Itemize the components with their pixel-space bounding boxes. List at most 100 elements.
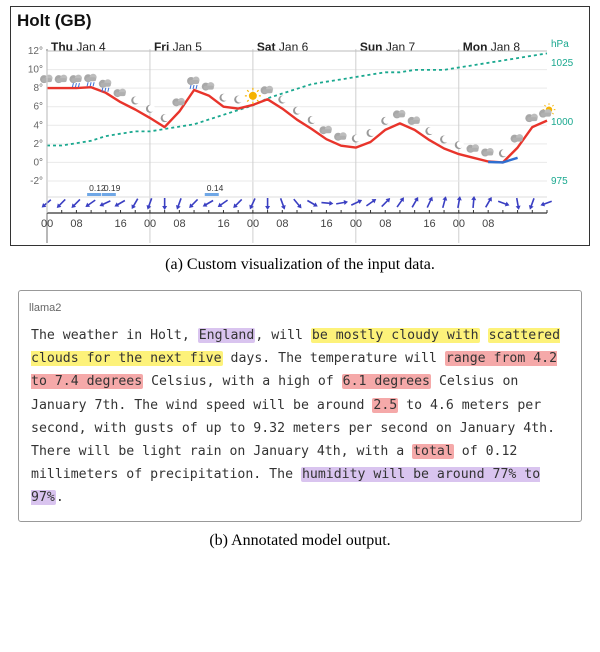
wind-arrow-icon bbox=[336, 199, 349, 206]
text-span: Celsius, with a high of bbox=[143, 374, 342, 389]
rain-icon bbox=[84, 74, 97, 87]
svg-text:8°: 8° bbox=[33, 83, 43, 94]
wind-arrow-icon bbox=[84, 198, 97, 209]
svg-text:0.14: 0.14 bbox=[207, 183, 224, 193]
cloud-icon bbox=[55, 75, 68, 84]
weather-chart-panel: Holt (GB) -2°0°2°4°6°8°10°12°Thu Jan 4Fr… bbox=[10, 6, 590, 246]
svg-text:08: 08 bbox=[379, 218, 391, 230]
highlight-r: 2.5 bbox=[372, 398, 398, 413]
text-span: . bbox=[56, 490, 64, 505]
svg-text:4°: 4° bbox=[33, 120, 43, 131]
model-output-text: The weather in Holt, England, will be mo… bbox=[31, 324, 569, 509]
svg-text:975: 975 bbox=[551, 176, 568, 187]
night-icon bbox=[293, 107, 302, 115]
rain-icon bbox=[69, 75, 82, 88]
wind-arrow-icon bbox=[350, 198, 363, 208]
wind-arrow-icon bbox=[365, 197, 378, 208]
svg-text:Sun Jan 7: Sun Jan 7 bbox=[360, 40, 416, 54]
cloud-icon bbox=[172, 98, 185, 107]
svg-text:1025: 1025 bbox=[551, 58, 574, 69]
wind-arrow-icon bbox=[440, 196, 448, 209]
svg-text:16: 16 bbox=[320, 218, 332, 230]
wind-arrow-icon bbox=[175, 197, 184, 210]
chart-svg: -2°0°2°4°6°8°10°12°Thu Jan 4Fri Jan 5Sat… bbox=[17, 33, 577, 243]
wind-arrow-icon bbox=[497, 199, 510, 208]
svg-text:00: 00 bbox=[453, 218, 465, 230]
wind-arrow-icon bbox=[113, 198, 126, 208]
caption-b: (b) Annotated model output. bbox=[0, 532, 600, 550]
svg-text:00: 00 bbox=[247, 218, 259, 230]
wind-arrow-icon bbox=[321, 200, 333, 206]
freeze-line bbox=[488, 158, 517, 163]
svg-text:00: 00 bbox=[41, 218, 53, 230]
night-icon bbox=[367, 129, 376, 137]
svg-text:6°: 6° bbox=[33, 102, 43, 113]
night-icon bbox=[381, 117, 390, 125]
highlight-p: England bbox=[198, 328, 256, 343]
cloud-icon bbox=[40, 75, 53, 84]
svg-text:08: 08 bbox=[482, 218, 494, 230]
pressure-line bbox=[47, 53, 547, 145]
wind-arrow-icon bbox=[130, 197, 140, 210]
svg-text:00: 00 bbox=[144, 218, 156, 230]
rain-icon bbox=[187, 77, 200, 90]
wind-arrow-icon bbox=[528, 197, 537, 210]
text-span: , will bbox=[255, 328, 311, 343]
svg-text:08: 08 bbox=[276, 218, 288, 230]
cloud-icon bbox=[511, 134, 524, 143]
cloud-icon bbox=[393, 110, 406, 119]
wind-arrow-icon bbox=[265, 198, 270, 210]
wind-arrow-icon bbox=[471, 196, 477, 208]
svg-text:16: 16 bbox=[423, 218, 435, 230]
highlight-r: 6.1 degrees bbox=[342, 374, 431, 389]
text-span: days. The temperature will bbox=[223, 351, 445, 366]
cloud-icon bbox=[202, 82, 215, 91]
night-icon bbox=[308, 116, 317, 124]
svg-text:0.19: 0.19 bbox=[104, 183, 121, 193]
wind-arrow-icon bbox=[216, 198, 229, 209]
wind-arrow-icon bbox=[162, 198, 167, 210]
cloud-icon bbox=[334, 132, 347, 141]
cloud-icon bbox=[525, 114, 538, 123]
night-icon bbox=[440, 136, 449, 144]
svg-text:-2°: -2° bbox=[30, 176, 43, 187]
wind-arrow-icon bbox=[425, 196, 435, 209]
wind-arrow-icon bbox=[514, 198, 521, 211]
night-icon bbox=[499, 149, 508, 157]
night-icon bbox=[161, 114, 170, 122]
svg-text:1000: 1000 bbox=[551, 117, 574, 128]
svg-text:Mon Jan 8: Mon Jan 8 bbox=[463, 40, 521, 54]
highlight-y: be mostly cloudy with bbox=[311, 328, 480, 343]
night-icon bbox=[131, 97, 140, 105]
wind-arrow-icon bbox=[380, 196, 392, 208]
wind-arrow-icon bbox=[40, 198, 52, 210]
svg-text:16: 16 bbox=[217, 218, 229, 230]
cloud-icon bbox=[114, 89, 127, 98]
svg-text:0°: 0° bbox=[33, 157, 43, 168]
svg-text:08: 08 bbox=[70, 218, 82, 230]
caption-a: (a) Custom visualization of the input da… bbox=[0, 256, 600, 274]
wind-arrow-icon bbox=[201, 198, 214, 208]
wind-arrow-icon bbox=[410, 196, 420, 209]
text-span: The weather in Holt, bbox=[31, 328, 198, 343]
svg-text:2°: 2° bbox=[33, 139, 43, 150]
night-icon bbox=[219, 94, 228, 102]
wind-arrow-icon bbox=[292, 198, 304, 210]
wind-arrow-icon bbox=[306, 198, 319, 208]
svg-text:16: 16 bbox=[115, 218, 127, 230]
wind-arrow-icon bbox=[70, 198, 82, 210]
night-icon bbox=[455, 141, 464, 149]
svg-text:Sat Jan 6: Sat Jan 6 bbox=[257, 40, 309, 54]
wind-arrow-icon bbox=[278, 197, 287, 210]
wind-arrow-icon bbox=[55, 198, 67, 210]
weather-chart: -2°0°2°4°6°8°10°12°Thu Jan 4Fri Jan 5Sat… bbox=[17, 33, 577, 243]
highlight-r: total bbox=[412, 444, 454, 459]
svg-text:10°: 10° bbox=[28, 65, 43, 76]
cloud-icon bbox=[261, 86, 274, 95]
night-icon bbox=[425, 127, 434, 135]
night-icon bbox=[278, 96, 287, 104]
wind-arrow-icon bbox=[540, 199, 553, 208]
svg-text:Thu Jan 4: Thu Jan 4 bbox=[51, 40, 106, 54]
wind-arrow-icon bbox=[187, 198, 199, 210]
night-icon bbox=[146, 105, 155, 113]
